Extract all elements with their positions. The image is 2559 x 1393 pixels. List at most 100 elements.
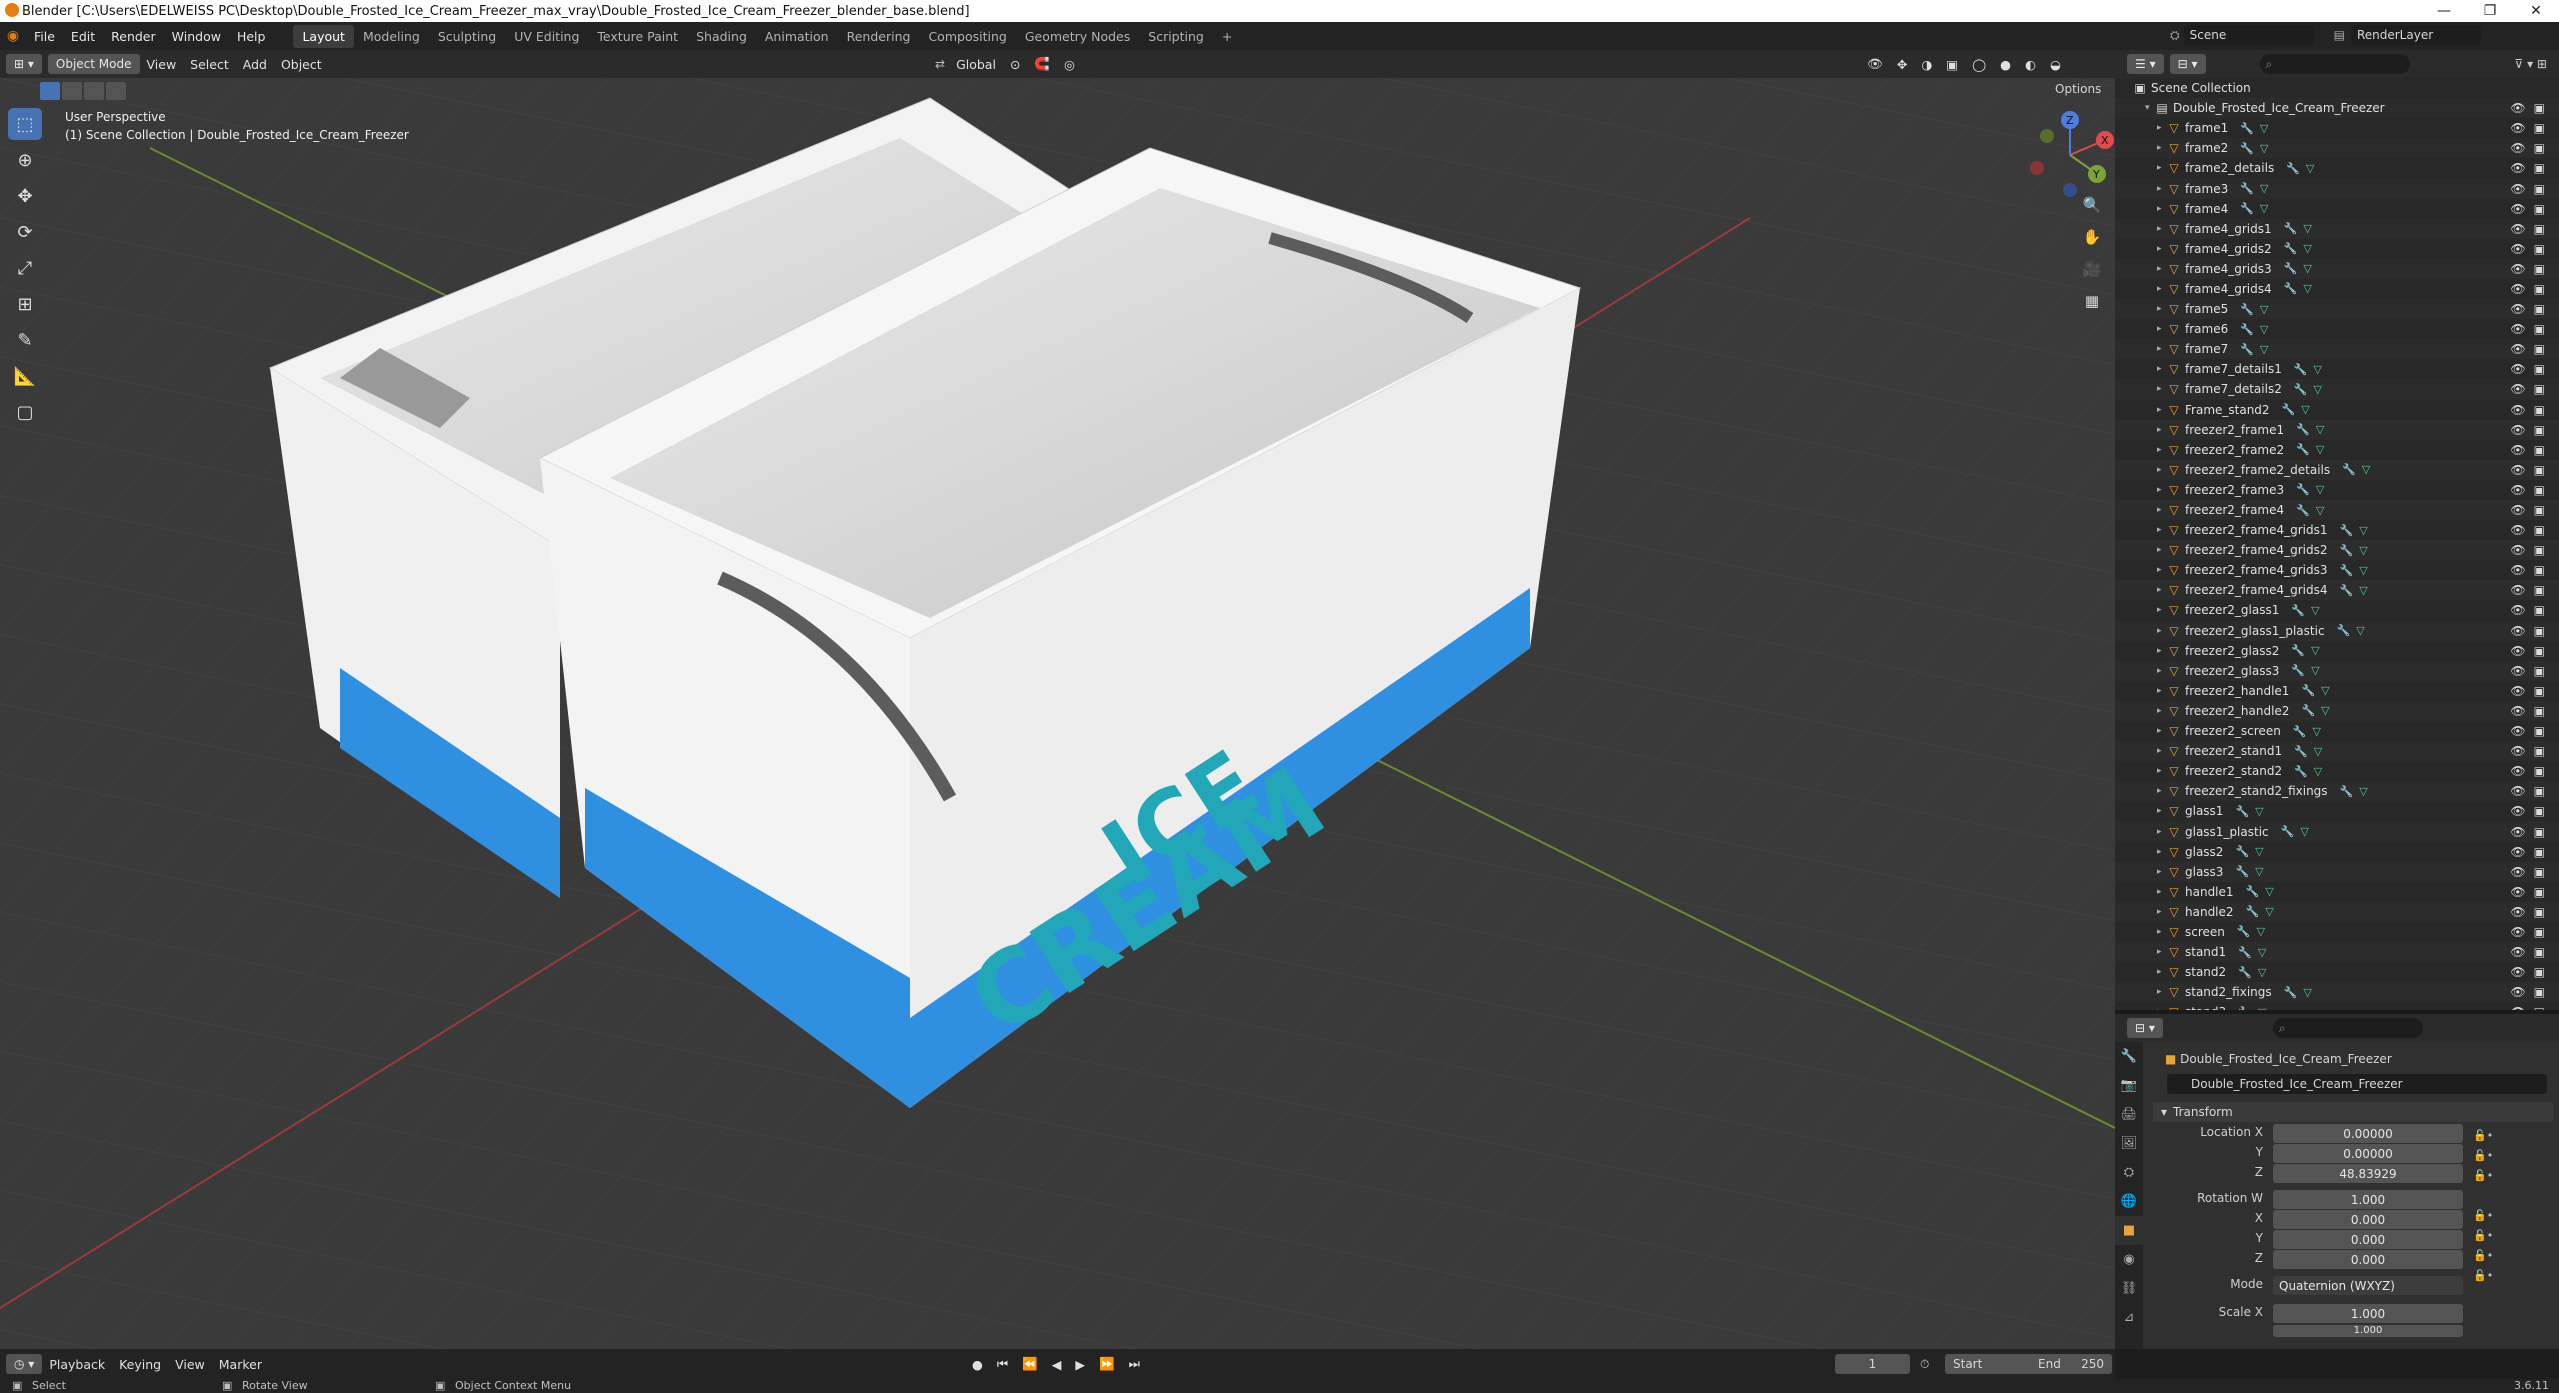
object-visibility-icons[interactable]: 👁▣ xyxy=(2510,664,2553,678)
outliner-search-input[interactable]: ⌕ xyxy=(2259,54,2410,74)
expand-arrow-icon[interactable]: ▸ xyxy=(2157,485,2167,495)
expand-arrow-icon[interactable]: ▸ xyxy=(2157,887,2167,897)
expand-arrow-icon[interactable]: ▸ xyxy=(2157,786,2167,796)
expand-arrow-icon[interactable]: ▸ xyxy=(2157,425,2167,435)
modifier-icons[interactable]: 🔧▽ xyxy=(2238,966,2266,979)
cursor-tool-icon[interactable]: ⊕ xyxy=(8,144,42,176)
expand-arrow-icon[interactable]: ▸ xyxy=(2157,304,2167,314)
modifier-icons[interactable]: 🔧▽ xyxy=(2340,524,2368,537)
object-visibility-icons[interactable]: 👁▣ xyxy=(2510,443,2553,457)
object-visibility-icons[interactable]: 👁▣ xyxy=(2510,724,2553,738)
object-visibility-icons[interactable]: 👁▣ xyxy=(2510,704,2553,718)
current-frame-field[interactable]: 1 xyxy=(1835,1354,1910,1374)
object-visibility-icons[interactable]: 👁▣ xyxy=(2510,222,2553,236)
outliner-object-row[interactable]: ▸ ▽ Frame_stand2 🔧 ▽ 👁▣ xyxy=(2115,400,2559,420)
expand-arrow-icon[interactable]: ▸ xyxy=(2157,967,2167,977)
outliner-object-row[interactable]: ▸▽stand3🔧▽👁▣ xyxy=(2115,1002,2559,1010)
modifier-icons[interactable]: 🔧▽ xyxy=(2301,704,2329,717)
expand-arrow-icon[interactable]: ▸ xyxy=(2157,324,2167,334)
object-visibility-icons[interactable]: 👁▣ xyxy=(2510,764,2553,778)
object-visibility-icons[interactable]: 👁▣ xyxy=(2510,644,2553,658)
object-visibility-icons[interactable]: 👁▣ xyxy=(2510,543,2553,557)
tab-geometry-nodes[interactable]: Geometry Nodes xyxy=(1016,25,1139,48)
select-extend-icon[interactable] xyxy=(62,82,82,100)
outliner-object-row[interactable]: ▸ ▽ freezer2_handle2 🔧 ▽ 👁▣ xyxy=(2115,700,2559,721)
menu-add[interactable]: Add xyxy=(236,57,274,72)
tab-modeling[interactable]: Modeling xyxy=(354,25,429,48)
object-visibility-icons[interactable]: 👁▣ xyxy=(2510,121,2553,135)
object-visibility-icons[interactable]: 👁▣ xyxy=(2510,463,2553,477)
scale-x-field[interactable]: 1.000 xyxy=(2273,1304,2463,1323)
visibility-icon[interactable]: 👁 xyxy=(1860,56,1890,72)
editor-type-button[interactable]: ⊞ ▾ xyxy=(6,54,42,74)
expand-arrow-icon[interactable]: ▸ xyxy=(2157,224,2167,234)
expand-arrow-icon[interactable]: ▸ xyxy=(2157,264,2167,274)
move-tool-icon[interactable]: ✥ xyxy=(8,180,42,212)
object-visibility-icons[interactable]: 👁▣ xyxy=(2510,362,2553,376)
expand-arrow-icon[interactable]: ▸ xyxy=(2157,565,2167,575)
proportional-edit-icon[interactable]: ◎ xyxy=(1057,57,1082,72)
outliner-object-row[interactable]: ▸ ▽ freezer2_stand2_fixings 🔧 ▽ 👁▣ xyxy=(2115,781,2559,802)
object-visibility-icons[interactable]: 👁▣ xyxy=(2510,242,2553,256)
tab-shading[interactable]: Shading xyxy=(687,25,756,48)
properties-editor-type-icon[interactable]: ⊟ ▾ xyxy=(2127,1018,2163,1038)
object-visibility-icons[interactable]: 👁▣ xyxy=(2510,382,2553,396)
outliner-root[interactable]: ▣ Scene Collection xyxy=(2115,78,2559,98)
outliner-object-row[interactable]: ▸ ▽ glass1 🔧 ▽ 👁▣ xyxy=(2115,801,2559,821)
tab-layout[interactable]: Layout xyxy=(293,24,354,48)
outliner-object-row[interactable]: ▸ ▽ freezer2_frame4_grids3 🔧 ▽ 👁▣ xyxy=(2115,560,2559,580)
outliner-object-row[interactable]: ▸ ▽ handle2 🔧 ▽ 👁▣ xyxy=(2115,901,2559,922)
scale-y-field-partial[interactable]: 1.000 xyxy=(2273,1325,2463,1337)
collection-visibility-icons[interactable]: 👁▣ xyxy=(2510,101,2553,115)
expand-arrow-icon[interactable]: ▸ xyxy=(2157,123,2167,133)
tab-animation[interactable]: Animation xyxy=(756,25,838,48)
object-visibility-icons[interactable]: 👁▣ xyxy=(2510,141,2553,155)
add-workspace-button[interactable]: + xyxy=(1213,25,1241,48)
outliner-object-row[interactable]: ▸ ▽ freezer2_glass1_plastic 🔧 ▽ 👁▣ xyxy=(2115,620,2559,641)
object-visibility-icons[interactable]: 👁▣ xyxy=(2510,262,2553,276)
constraints-tab-icon[interactable]: ⛓ xyxy=(2115,1274,2143,1303)
shading-rendered-icon[interactable]: ◒ xyxy=(2043,57,2068,72)
expand-arrow-icon[interactable]: ▸ xyxy=(2157,244,2167,254)
outliner-object-row[interactable]: ▸ ▽ freezer2_frame2 🔧 ▽ 👁▣ xyxy=(2115,440,2559,460)
outliner-object-row[interactable]: ▸ ▽ freezer2_glass3 🔧 ▽ 👁▣ xyxy=(2115,660,2559,681)
object-visibility-icons[interactable]: 👁▣ xyxy=(2510,945,2553,959)
filter-icon[interactable]: ⊽ ▾ ⊞ xyxy=(2515,57,2548,71)
outliner-object-row[interactable]: ▸ ▽ freezer2_frame1 🔧 ▽ 👁▣ xyxy=(2115,419,2559,440)
expand-arrow-icon[interactable]: ▸ xyxy=(2157,706,2167,716)
outliner-object-row[interactable]: ▸ ▽ freezer2_frame3 🔧 ▽ 👁▣ xyxy=(2115,480,2559,500)
outliner-object-row[interactable]: ▸ ▽ frame4_grids3 🔧 ▽ 👁▣ xyxy=(2115,258,2559,279)
expand-arrow-icon[interactable]: ▾ xyxy=(2145,103,2155,113)
modifier-icons[interactable]: 🔧▽ xyxy=(2281,825,2309,838)
modifier-icons[interactable]: 🔧▽ xyxy=(2284,242,2312,255)
expand-arrow-icon[interactable]: ▸ xyxy=(2157,545,2167,555)
object-name-field[interactable]: Double_Frosted_Ice_Cream_Freezer xyxy=(2167,1074,2547,1094)
outliner-object-row[interactable]: ▸ ▽ frame1 🔧 ▽ 👁▣ xyxy=(2115,118,2559,138)
expand-arrow-icon[interactable]: ▸ xyxy=(2157,847,2167,857)
properties-search-input[interactable]: ⌕ xyxy=(2272,1018,2423,1038)
outliner-object-row[interactable]: ▸ ▽ stand2 🔧 ▽ 👁▣ xyxy=(2115,962,2559,982)
xray-icon[interactable]: ▣ xyxy=(1939,57,1965,72)
outliner-object-row[interactable]: ▸ ▽ glass1_plastic 🔧 ▽ 👁▣ xyxy=(2115,821,2559,842)
pan-hand-icon[interactable]: ✋ xyxy=(2077,222,2107,252)
tab-compositing[interactable]: Compositing xyxy=(919,25,1015,48)
expand-arrow-icon[interactable]: ▸ xyxy=(2157,867,2167,877)
expand-arrow-icon[interactable]: ▸ xyxy=(2157,525,2167,535)
modifier-icons[interactable]: 🔧▽ xyxy=(2240,122,2268,135)
object-visibility-icons[interactable]: 👁▣ xyxy=(2510,845,2553,859)
expand-arrow-icon[interactable]: ▸ xyxy=(2157,646,2167,656)
expand-arrow-icon[interactable]: ▸ xyxy=(2157,184,2167,194)
modifier-icons[interactable]: 🔧▽ xyxy=(2296,504,2324,517)
close-button[interactable]: ✕ xyxy=(2513,0,2559,22)
outliner-object-row[interactable]: ▸ ▽ freezer2_frame2_details 🔧 ▽ 👁▣ xyxy=(2115,459,2559,480)
expand-arrow-icon[interactable]: ▸ xyxy=(2157,827,2167,837)
modifier-icons[interactable]: 🔧▽ xyxy=(2294,363,2322,376)
outliner-object-row[interactable]: ▸ ▽ frame7 🔧 ▽ 👁▣ xyxy=(2115,339,2559,360)
expand-arrow-icon[interactable]: ▸ xyxy=(2157,204,2167,214)
expand-arrow-icon[interactable]: ▸ xyxy=(2157,465,2167,475)
expand-arrow-icon[interactable]: ▸ xyxy=(2157,726,2167,736)
expand-arrow-icon[interactable]: ▸ xyxy=(2157,766,2167,776)
object-visibility-icons[interactable]: 👁▣ xyxy=(2510,483,2553,497)
expand-arrow-icon[interactable]: ▸ xyxy=(2157,364,2167,374)
object-visibility-icons[interactable]: 👁▣ xyxy=(2510,423,2553,437)
